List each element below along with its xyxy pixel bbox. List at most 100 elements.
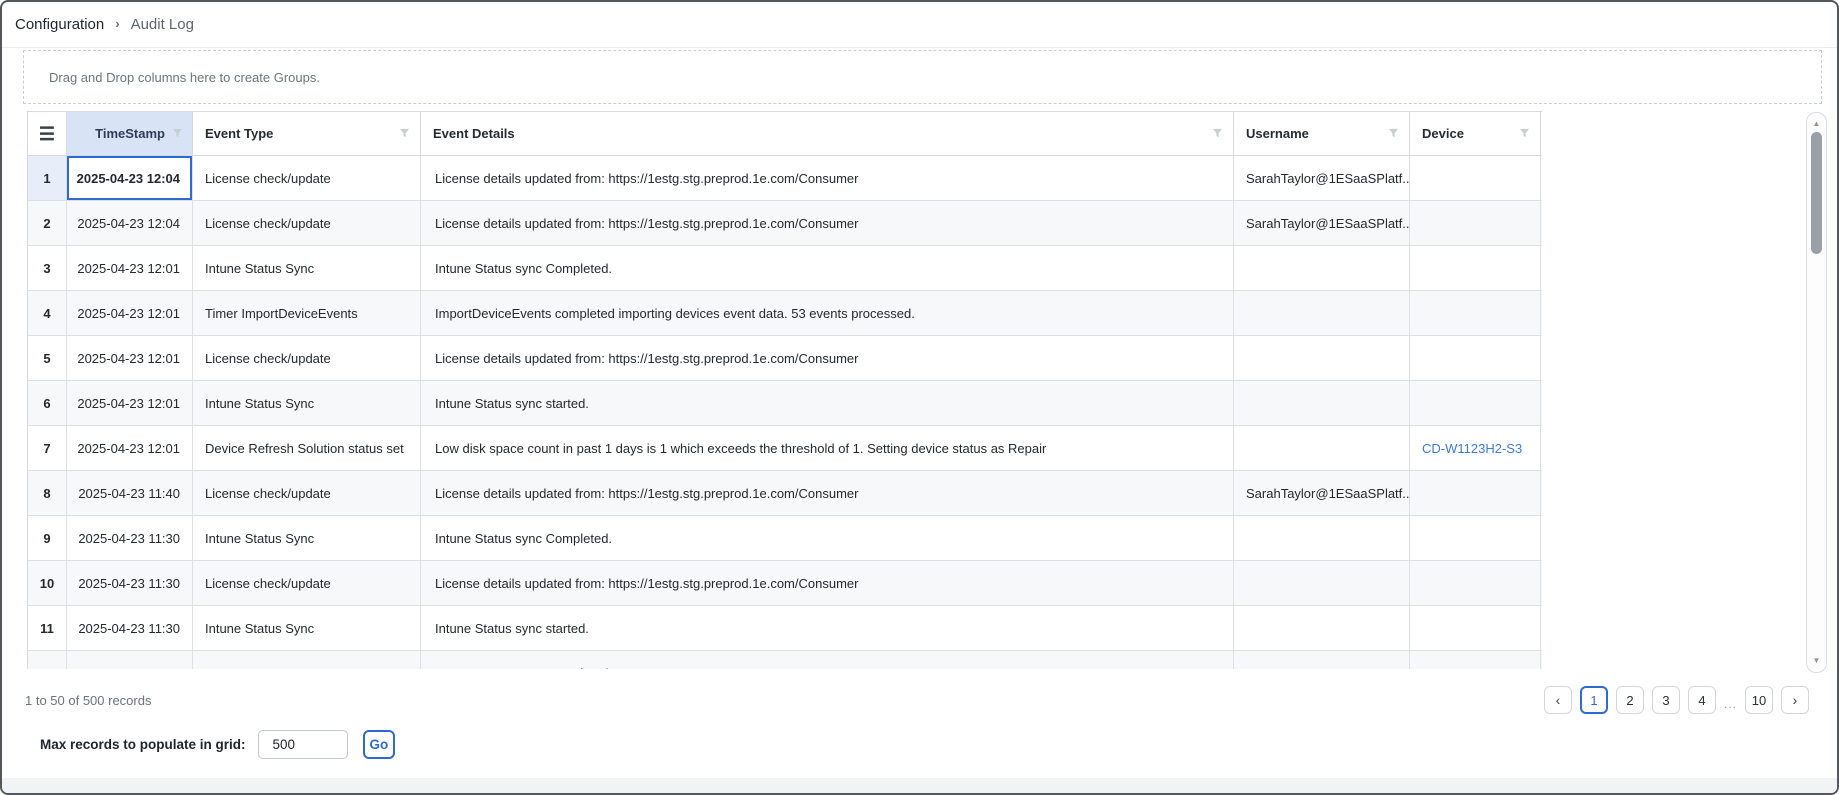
previous-page-button[interactable]: ‹ <box>1544 686 1572 714</box>
event-type-cell[interactable]: Device Refresh Solution status set <box>193 426 421 470</box>
event-type-cell[interactable]: Intune Status Sync <box>193 606 421 650</box>
event-type-cell[interactable]: License check/update <box>193 471 421 515</box>
device-cell[interactable] <box>1410 246 1541 290</box>
scroll-up-icon[interactable]: ▲ <box>1807 120 1826 128</box>
username-cell[interactable] <box>1234 291 1410 335</box>
next-page-button[interactable]: › <box>1781 686 1809 714</box>
vertical-scrollbar[interactable]: ▲ ▼ <box>1806 112 1827 673</box>
column-header-device[interactable]: Device <box>1410 112 1541 155</box>
filter-icon[interactable] <box>172 128 183 139</box>
row-number-cell[interactable]: 9 <box>28 516 67 560</box>
event-type-cell[interactable]: License check/update <box>193 561 421 605</box>
timestamp-cell[interactable]: 2025-04-23 11:30 <box>67 516 193 560</box>
go-button[interactable]: Go <box>363 730 396 759</box>
column-header-event-type[interactable]: Event Type <box>193 112 421 155</box>
timestamp-cell[interactable]: 2025-04-23 11:30 <box>67 561 193 605</box>
username-cell[interactable] <box>1234 426 1410 470</box>
device-cell[interactable] <box>1410 336 1541 380</box>
row-number-cell[interactable]: 8 <box>28 471 67 515</box>
device-cell[interactable] <box>1410 471 1541 515</box>
page-button-3[interactable]: 3 <box>1652 686 1680 714</box>
event-details-cell[interactable]: Intune Status sync Completed. <box>421 651 1234 669</box>
scrollbar-thumb[interactable] <box>1811 132 1822 254</box>
username-cell[interactable] <box>1234 606 1410 650</box>
column-header-timestamp[interactable]: TimeStamp <box>67 112 193 155</box>
device-cell[interactable] <box>1410 651 1541 669</box>
max-records-input[interactable] <box>258 730 348 759</box>
page-button-4[interactable]: 4 <box>1688 686 1716 714</box>
timestamp-cell[interactable]: 2025-04-23 12:04 <box>67 201 193 245</box>
filter-icon[interactable] <box>1388 128 1399 139</box>
username-cell[interactable] <box>1234 336 1410 380</box>
event-details-cell[interactable]: License details updated from: https://1e… <box>421 471 1234 515</box>
row-number-cell[interactable]: 10 <box>28 561 67 605</box>
timestamp-cell[interactable]: 2025-04-23 12:01 <box>67 426 193 470</box>
filter-icon[interactable] <box>399 128 410 139</box>
event-details-cell[interactable]: License details updated from: https://1e… <box>421 156 1234 200</box>
event-details-cell[interactable]: Intune Status sync started. <box>421 381 1234 425</box>
row-number-cell[interactable]: 7 <box>28 426 67 470</box>
page-button-1[interactable]: 1 <box>1580 686 1608 714</box>
event-type-cell[interactable]: License check/update <box>193 336 421 380</box>
event-type-cell[interactable]: Intune Status Sync <box>193 651 421 669</box>
event-type-cell[interactable]: Timer ImportDeviceEvents <box>193 291 421 335</box>
row-number-cell[interactable]: 2 <box>28 201 67 245</box>
event-details-cell[interactable]: Intune Status sync Completed. <box>421 246 1234 290</box>
event-type-cell[interactable]: Intune Status Sync <box>193 246 421 290</box>
username-cell[interactable] <box>1234 651 1410 669</box>
event-type-cell[interactable]: License check/update <box>193 156 421 200</box>
column-header-username[interactable]: Username <box>1234 112 1410 155</box>
row-number-cell[interactable]: 3 <box>28 246 67 290</box>
device-link[interactable]: CD-W1123H2-S3 <box>1422 441 1522 456</box>
username-cell[interactable] <box>1234 246 1410 290</box>
timestamp-cell[interactable]: 2025-04-23 12:01 <box>67 291 193 335</box>
device-cell[interactable] <box>1410 156 1541 200</box>
device-cell[interactable] <box>1410 201 1541 245</box>
scroll-down-icon[interactable]: ▼ <box>1807 657 1826 665</box>
page-button-10[interactable]: 10 <box>1745 686 1773 714</box>
timestamp-cell[interactable]: 2025-04-23 12:01 <box>67 246 193 290</box>
device-cell[interactable]: CD-W1123H2-S3 <box>1410 426 1541 470</box>
event-details-cell[interactable]: Intune Status sync started. <box>421 606 1234 650</box>
event-details-cell[interactable]: License details updated from: https://1e… <box>421 201 1234 245</box>
breadcrumb-configuration[interactable]: Configuration <box>15 16 104 33</box>
username-cell[interactable] <box>1234 381 1410 425</box>
group-dropzone-hint: Drag and Drop columns here to create Gro… <box>49 70 320 85</box>
event-details-cell[interactable]: Intune Status sync Completed. <box>421 516 1234 560</box>
timestamp-cell[interactable]: 2025-04-23 12:04 <box>67 156 193 200</box>
column-header-event-details[interactable]: Event Details <box>421 112 1234 155</box>
username-cell[interactable]: SarahTaylor@1ESaaSPlatf... <box>1234 156 1410 200</box>
filter-icon[interactable] <box>1519 128 1530 139</box>
group-dropzone[interactable]: Drag and Drop columns here to create Gro… <box>23 50 1822 104</box>
row-number-cell[interactable]: 4 <box>28 291 67 335</box>
row-number-cell[interactable]: 6 <box>28 381 67 425</box>
event-details-cell[interactable]: License details updated from: https://1e… <box>421 336 1234 380</box>
event-type-cell[interactable]: Intune Status Sync <box>193 381 421 425</box>
event-details-cell[interactable]: License details updated from: https://1e… <box>421 561 1234 605</box>
username-cell[interactable]: SarahTaylor@1ESaaSPlatf... <box>1234 201 1410 245</box>
timestamp-cell[interactable]: 2025-04-23 11:30 <box>67 606 193 650</box>
device-cell[interactable] <box>1410 516 1541 560</box>
username-cell[interactable] <box>1234 561 1410 605</box>
row-number-cell[interactable]: 12 <box>28 651 67 669</box>
device-cell[interactable] <box>1410 606 1541 650</box>
timestamp-cell[interactable]: 2025-04-23 11:40 <box>67 471 193 515</box>
timestamp-cell[interactable]: 2025-04-23 11:02 <box>67 651 193 669</box>
device-cell[interactable] <box>1410 561 1541 605</box>
device-cell[interactable] <box>1410 291 1541 335</box>
event-type-cell[interactable]: License check/update <box>193 201 421 245</box>
row-number-cell[interactable]: 5 <box>28 336 67 380</box>
row-number-cell[interactable]: 1 <box>28 156 67 200</box>
row-number-cell[interactable]: 11 <box>28 606 67 650</box>
username-cell[interactable] <box>1234 516 1410 560</box>
event-details-cell[interactable]: Low disk space count in past 1 days is 1… <box>421 426 1234 470</box>
timestamp-cell[interactable]: 2025-04-23 12:01 <box>67 336 193 380</box>
row-menu-header[interactable]: ☰ <box>28 112 67 155</box>
event-details-cell[interactable]: ImportDeviceEvents completed importing d… <box>421 291 1234 335</box>
timestamp-cell[interactable]: 2025-04-23 12:01 <box>67 381 193 425</box>
filter-icon[interactable] <box>1212 128 1223 139</box>
username-cell[interactable]: SarahTaylor@1ESaaSPlatf... <box>1234 471 1410 515</box>
page-button-2[interactable]: 2 <box>1616 686 1644 714</box>
event-type-cell[interactable]: Intune Status Sync <box>193 516 421 560</box>
device-cell[interactable] <box>1410 381 1541 425</box>
